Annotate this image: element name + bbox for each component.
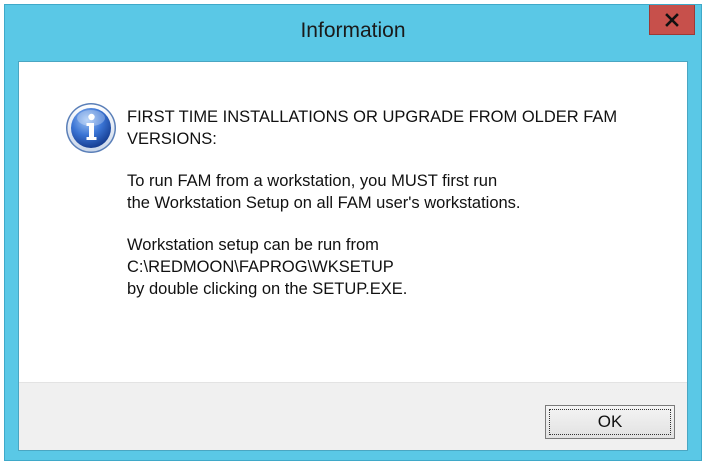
button-bar: OK xyxy=(19,382,687,450)
message-heading-line: VERSIONS: xyxy=(127,130,217,148)
message-paragraph-2: Workstation setup can be run from C:\RED… xyxy=(127,234,667,300)
info-icon xyxy=(66,103,116,153)
title-bar[interactable]: Information xyxy=(5,5,701,61)
close-button[interactable] xyxy=(649,5,695,35)
message-heading: FIRST TIME INSTALLATIONS OR UPGRADE FROM… xyxy=(127,106,667,150)
close-icon xyxy=(665,12,679,27)
information-dialog-window: Information FIRST TIME INSTALLATIONS OR … xyxy=(4,4,702,461)
message-paragraph-1: To run FAM from a workstation, you MUST … xyxy=(127,170,667,214)
message-line: Workstation setup can be run from xyxy=(127,236,379,254)
message-line: by double clicking on the SETUP.EXE. xyxy=(127,280,408,298)
message-line: the Workstation Setup on all FAM user's … xyxy=(127,194,521,212)
message-line: To run FAM from a workstation, you MUST … xyxy=(127,172,498,190)
message-area: FIRST TIME INSTALLATIONS OR UPGRADE FROM… xyxy=(19,62,687,382)
message-line: C:\REDMOON\FAPROG\WKSETUP xyxy=(127,258,394,276)
message-heading-line: FIRST TIME INSTALLATIONS OR UPGRADE FROM… xyxy=(127,108,618,126)
window-title: Information xyxy=(300,19,406,42)
ok-button[interactable]: OK xyxy=(545,405,675,439)
ok-button-label: OK xyxy=(597,412,623,431)
dialog-client-area: FIRST TIME INSTALLATIONS OR UPGRADE FROM… xyxy=(18,61,688,451)
message-text: FIRST TIME INSTALLATIONS OR UPGRADE FROM… xyxy=(127,106,667,320)
